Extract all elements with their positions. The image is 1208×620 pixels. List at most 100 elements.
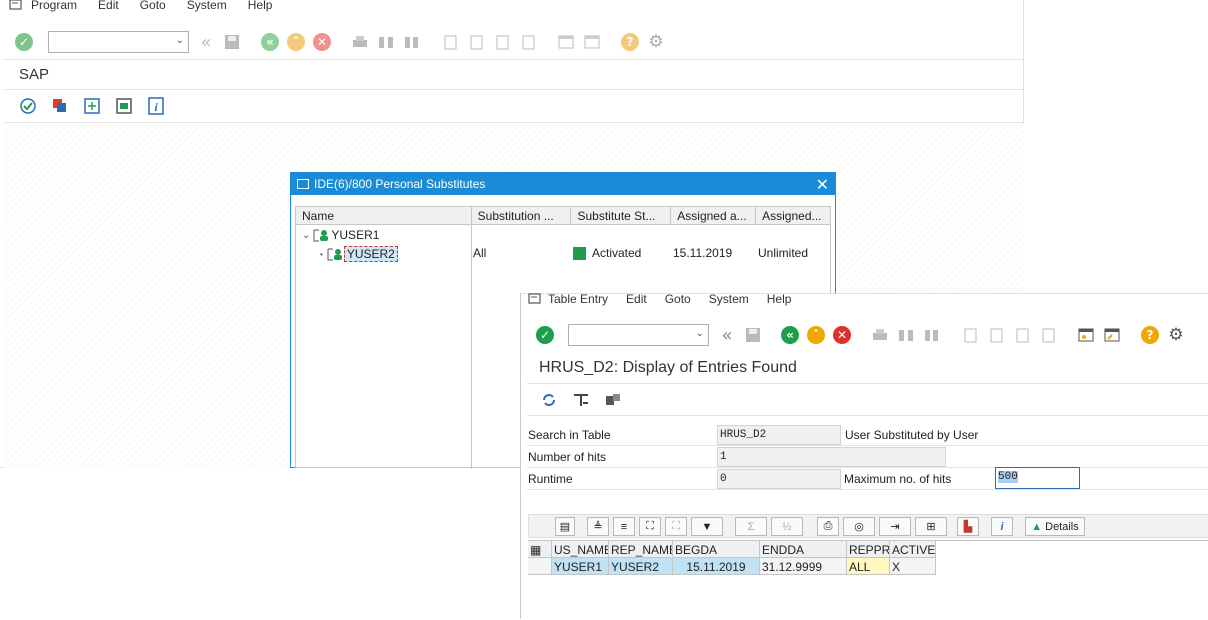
- menu-help[interactable]: Help: [248, 0, 273, 12]
- tree-node-child[interactable]: • YUSER2: [320, 246, 398, 262]
- number-entries-icon[interactable]: [603, 390, 623, 410]
- tree-child-label[interactable]: YUSER2: [343, 246, 398, 262]
- print-icon[interactable]: [350, 32, 370, 52]
- col-endda[interactable]: ENDDA: [760, 541, 847, 558]
- help-icon[interactable]: ?: [620, 32, 640, 52]
- table-cell[interactable]: YUSER2: [609, 558, 673, 575]
- table-cell[interactable]: YUSER1: [552, 558, 609, 575]
- shortcut-icon[interactable]: [582, 32, 602, 52]
- menu-system[interactable]: System: [187, 0, 227, 12]
- find-icon[interactable]: [896, 325, 916, 345]
- menu-icon[interactable]: [9, 0, 23, 11]
- back-all-icon[interactable]: «: [717, 325, 737, 346]
- col-reppr[interactable]: REPPR: [847, 541, 890, 558]
- exit-icon[interactable]: ˄: [286, 32, 306, 52]
- info-icon[interactable]: i: [991, 517, 1013, 536]
- find-icon[interactable]: ⛶: [639, 517, 661, 536]
- command-field[interactable]: ⌄: [48, 31, 189, 53]
- shortcut-icon[interactable]: [1102, 325, 1122, 345]
- info-icon[interactable]: i: [146, 96, 166, 116]
- views-icon[interactable]: ◎: [843, 517, 875, 536]
- enter-icon[interactable]: ✓: [535, 325, 555, 345]
- graphic-icon[interactable]: ▙: [957, 517, 979, 536]
- export-icon[interactable]: ⇥: [879, 517, 911, 536]
- print-icon[interactable]: [870, 325, 890, 345]
- layout-icon[interactable]: ⊞: [915, 517, 947, 536]
- command-field[interactable]: ⌄: [568, 324, 709, 346]
- col-substitution[interactable]: Substitution ...: [472, 207, 572, 224]
- menu-icon[interactable]: [528, 293, 542, 305]
- total-icon[interactable]: Σ: [735, 517, 767, 536]
- settings-gear-icon[interactable]: ⚙: [646, 32, 666, 52]
- last-page-icon[interactable]: [1038, 325, 1058, 345]
- col-substitute-status[interactable]: Substitute St...: [571, 207, 672, 224]
- first-page-icon[interactable]: [960, 325, 980, 345]
- find-next-icon[interactable]: ⛶: [665, 517, 687, 536]
- close-icon[interactable]: ✕: [816, 175, 829, 194]
- cell-status: Activated: [573, 246, 641, 260]
- max-hits-input[interactable]: 500: [995, 467, 1080, 489]
- menu-goto[interactable]: Goto: [665, 292, 691, 306]
- row-selector[interactable]: [528, 558, 552, 575]
- back-icon[interactable]: «: [260, 32, 280, 52]
- find-icon[interactable]: [376, 32, 396, 52]
- help-icon[interactable]: ?: [1140, 325, 1160, 345]
- details-triangle-icon: ▲: [1031, 520, 1043, 533]
- table-cell[interactable]: ALL: [847, 558, 890, 575]
- col-active[interactable]: ACTIVE: [890, 541, 936, 558]
- menu-help[interactable]: Help: [767, 292, 792, 306]
- previous-page-icon[interactable]: [986, 325, 1006, 345]
- menu-system[interactable]: System: [709, 292, 749, 306]
- menu-edit[interactable]: Edit: [98, 0, 119, 12]
- col-name[interactable]: Name: [296, 207, 472, 224]
- next-page-icon[interactable]: [1012, 325, 1032, 345]
- table-cell[interactable]: 31.12.9999: [760, 558, 847, 575]
- cancel-icon[interactable]: ✕: [832, 325, 852, 345]
- back-icon[interactable]: «: [780, 325, 800, 345]
- enter-icon[interactable]: ✓: [14, 32, 34, 52]
- sort-ascending-icon[interactable]: ≜: [587, 517, 609, 536]
- cancel-icon[interactable]: ✕: [312, 32, 332, 52]
- exit-icon[interactable]: ˄: [806, 325, 826, 345]
- col-us-name[interactable]: US_NAME: [552, 541, 609, 558]
- save-icon[interactable]: [222, 32, 242, 52]
- new-session-icon[interactable]: [556, 32, 576, 52]
- settings-gear-icon[interactable]: ⚙: [1166, 325, 1186, 345]
- sort-descending-icon[interactable]: ≡: [613, 517, 635, 536]
- table-cell[interactable]: X: [890, 558, 936, 575]
- select-all-icon[interactable]: ▦: [528, 541, 552, 558]
- chevron-down-icon[interactable]: ⌄: [302, 230, 310, 241]
- selection-criteria-icon[interactable]: [571, 390, 591, 410]
- col-assigned-until[interactable]: Assigned...: [756, 207, 830, 224]
- menu-program[interactable]: Program: [31, 0, 77, 12]
- insert-icon[interactable]: [82, 96, 102, 116]
- menu-table-entry[interactable]: Table Entry: [548, 292, 608, 306]
- copy-icon[interactable]: [50, 96, 70, 116]
- previous-page-icon[interactable]: [466, 32, 486, 52]
- first-page-icon[interactable]: [440, 32, 460, 52]
- last-page-icon[interactable]: [518, 32, 538, 52]
- filter-icon[interactable]: ▼: [691, 517, 723, 536]
- next-page-icon[interactable]: [492, 32, 512, 52]
- col-assigned-at[interactable]: Assigned a...: [671, 207, 757, 224]
- table-cell[interactable]: 15.11.2019: [673, 558, 760, 575]
- col-rep-name[interactable]: REP_NAME: [609, 541, 673, 558]
- find-next-icon[interactable]: [922, 325, 942, 345]
- menu-edit[interactable]: Edit: [626, 292, 647, 306]
- print-preview-icon[interactable]: ⎙: [817, 517, 839, 536]
- new-session-icon[interactable]: [1076, 325, 1096, 345]
- execute-icon[interactable]: [18, 96, 38, 116]
- menu-goto[interactable]: Goto: [140, 0, 166, 12]
- back-all-icon[interactable]: «: [196, 32, 216, 53]
- subtotal-icon[interactable]: ½: [771, 517, 803, 536]
- delimit-icon[interactable]: [114, 96, 134, 116]
- tree-node-parent[interactable]: ⌄ YUSER1: [302, 228, 379, 242]
- col-begda[interactable]: BEGDA: [673, 541, 760, 558]
- find-next-icon[interactable]: [402, 32, 422, 52]
- save-icon[interactable]: [743, 325, 763, 345]
- details-view-icon[interactable]: ▤: [555, 517, 575, 536]
- divider: [527, 415, 1208, 416]
- details-button[interactable]: ▲ Details: [1025, 517, 1085, 536]
- max-hits-label: Maximum no. of hits: [844, 472, 952, 486]
- refresh-icon[interactable]: [539, 390, 559, 410]
